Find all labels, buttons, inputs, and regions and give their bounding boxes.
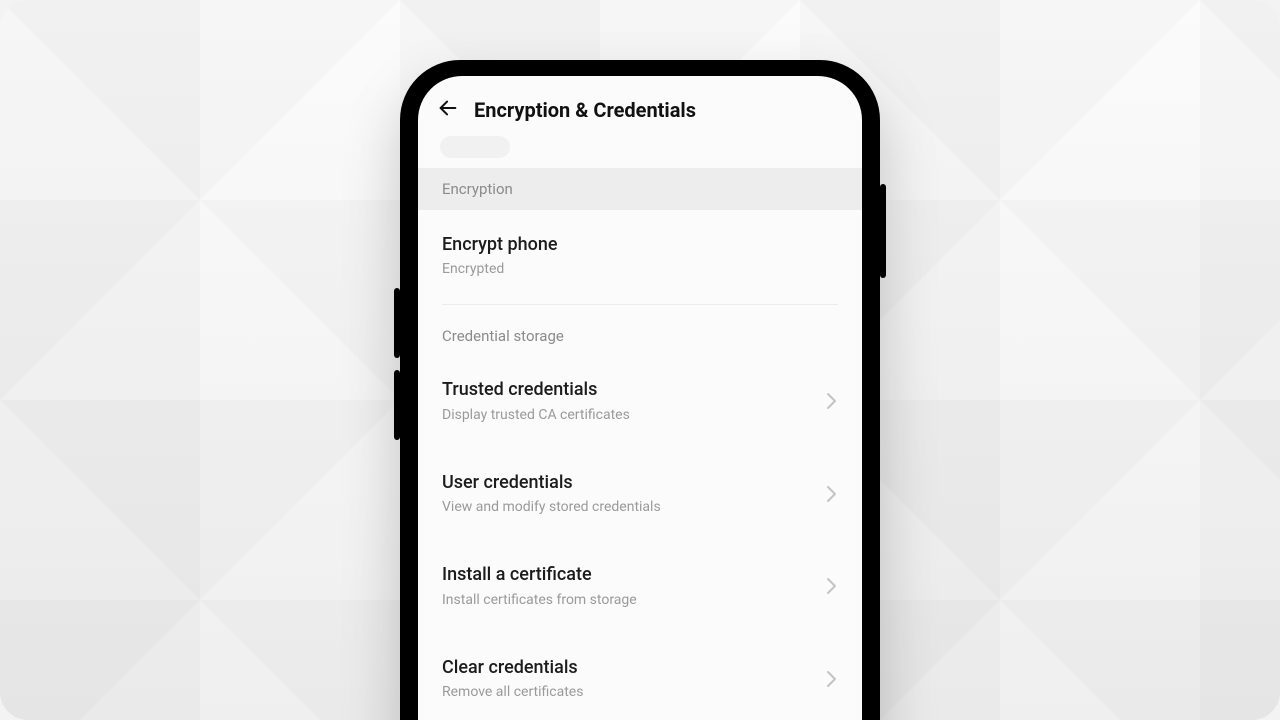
row-sub-trusted-credentials: Display trusted CA certificates [442,406,814,424]
row-sub-clear-credentials: Remove all certificates [442,683,814,701]
row-sub-user-credentials: View and modify stored credentials [442,498,814,516]
phone-screen: Encryption & Credentials Encryption Encr… [418,76,862,720]
redacted-pill [440,136,510,158]
row-install-certificate[interactable]: Install a certificate Install certificat… [418,548,862,624]
row-encrypt-phone[interactable]: Encrypt phone Encrypted [418,218,862,294]
back-button[interactable] [432,94,464,126]
row-trusted-credentials[interactable]: Trusted credentials Display trusted CA c… [418,363,862,439]
row-title-user-credentials: User credentials [442,471,814,495]
chevron-right-icon [826,576,838,596]
row-title-trusted-credentials: Trusted credentials [442,378,814,402]
row-clear-credentials[interactable]: Clear credentials Remove all certificate… [418,641,862,717]
section-header-encryption: Encryption [418,168,862,210]
row-sub-install-certificate: Install certificates from storage [442,591,814,609]
row-user-credentials[interactable]: User credentials View and modify stored … [418,456,862,532]
phone-power-button [880,184,886,278]
phone-volume-down-button [394,370,400,440]
row-title-encrypt-phone: Encrypt phone [442,233,838,257]
chevron-right-icon [826,484,838,504]
row-title-install-certificate: Install a certificate [442,563,814,587]
arrow-left-icon [437,97,459,123]
section-header-credential-storage: Credential storage [418,305,862,351]
phone-frame: Encryption & Credentials Encryption Encr… [400,60,880,720]
chevron-right-icon [826,669,838,689]
row-title-clear-credentials: Clear credentials [442,656,814,680]
phone-volume-up-button [394,288,400,358]
chevron-right-icon [826,391,838,411]
page-title: Encryption & Credentials [474,98,696,122]
title-bar: Encryption & Credentials [418,76,862,136]
row-sub-encrypt-phone: Encrypted [442,260,838,278]
canvas: Encryption & Credentials Encryption Encr… [0,0,1280,720]
